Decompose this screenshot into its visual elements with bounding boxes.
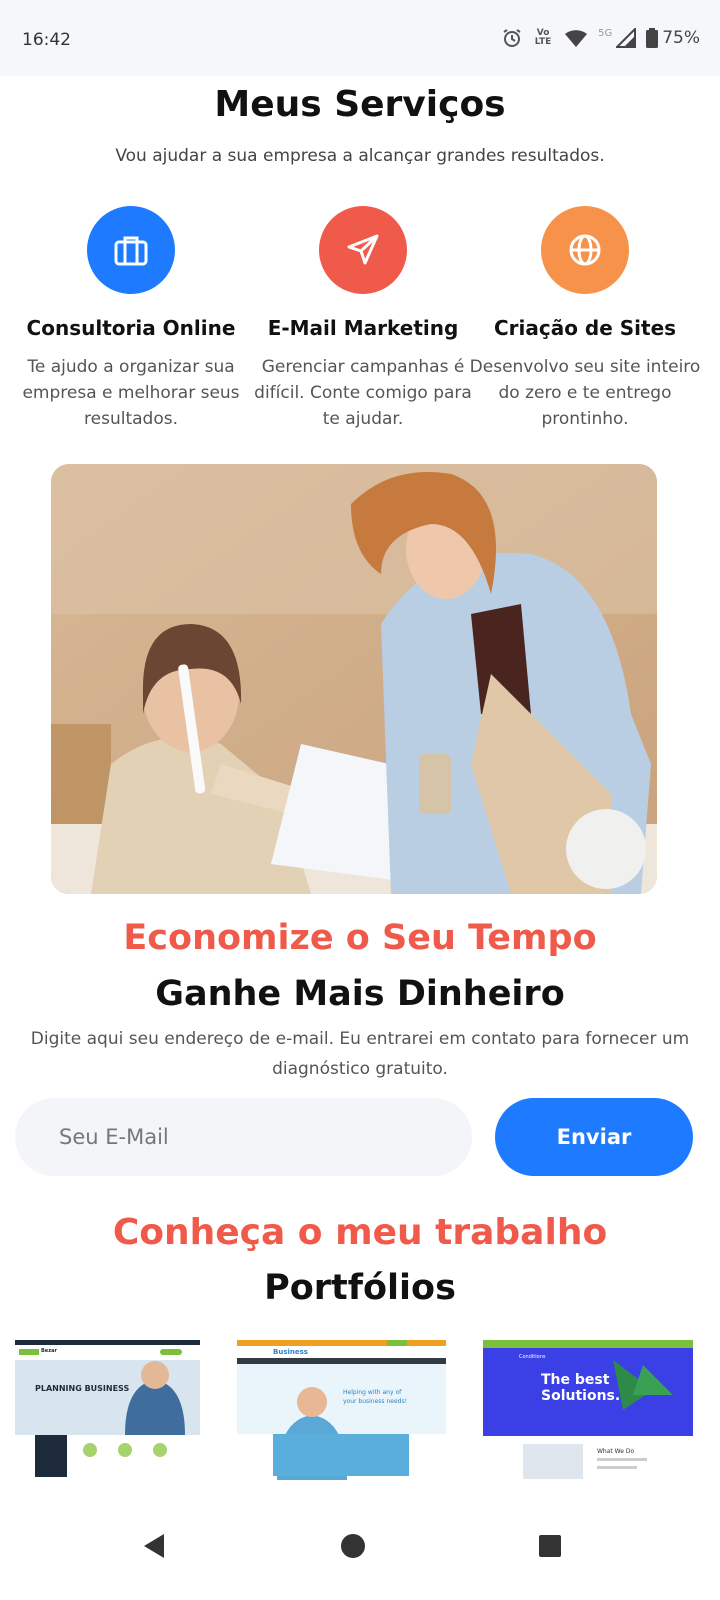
portfolio-heading: Helping with any of your business needs!: [343, 1389, 407, 1405]
recents-icon[interactable]: [520, 1516, 580, 1576]
service-description: Te ajudo a organizar sua empresa e melho…: [22, 357, 240, 429]
portfolio-heading: PLANNING BUSINESS: [35, 1384, 130, 1393]
portfolio-title: Portfólios: [264, 1268, 456, 1308]
alarm-icon: [502, 28, 522, 48]
newsletter-title: Ganhe Mais Dinheiro: [155, 974, 565, 1014]
battery-level: 75%: [662, 28, 700, 48]
back-icon[interactable]: [124, 1516, 184, 1576]
wifi-icon: [564, 28, 588, 48]
portfolio-brand: Conditions: [519, 1354, 546, 1360]
hero-photo: [51, 464, 657, 894]
services-title: Meus Serviços: [214, 84, 506, 125]
send-button[interactable]: Enviar: [495, 1098, 693, 1176]
status-icons: Vo LTE 5G 75%: [502, 28, 700, 48]
services-subtitle: Vou ajudar a sua empresa a alcançar gran…: [115, 146, 605, 166]
network-label: 5G: [598, 27, 613, 39]
signal-icon: [616, 28, 637, 48]
status-time: 16:42: [22, 30, 71, 50]
navigation-bar: [0, 1496, 720, 1600]
newsletter-accent-title: Economize o Seu Tempo: [123, 918, 597, 958]
service-description: Desenvolvo seu site inteiro do zero e te…: [469, 357, 701, 429]
briefcase-icon: [87, 206, 175, 294]
home-icon[interactable]: [323, 1516, 383, 1576]
portfolio-brand: Bezar: [41, 1348, 57, 1354]
service-card-email-marketing[interactable]: E-Mail Marketing Gerenciar campanhas é d…: [243, 206, 483, 432]
service-name: Consultoria Online: [26, 316, 236, 340]
portfolio-item-business[interactable]: Business Helping with any of your busine…: [237, 1340, 446, 1482]
service-name: E-Mail Marketing: [267, 316, 459, 340]
send-icon: [319, 206, 407, 294]
portfolio-item-best-solutions[interactable]: Conditions The best Solutions. What We D…: [483, 1340, 693, 1482]
status-bar: 16:42 Vo LTE 5G 75%: [0, 0, 720, 76]
service-name: Criação de Sites: [493, 316, 677, 340]
portfolio-accent-title: Conheça o meu trabalho: [112, 1212, 608, 1253]
service-card-consultoria[interactable]: Consultoria Online Te ajudo a organizar …: [11, 206, 251, 432]
battery-icon: [646, 28, 659, 48]
service-description: Gerenciar campanhas é difícil. Conte com…: [254, 357, 472, 429]
portfolio-subheading: What We Do: [597, 1448, 635, 1455]
globe-icon: [541, 206, 629, 294]
service-card-criacao-sites[interactable]: Criação de Sites Desenvolvo seu site int…: [465, 206, 705, 432]
portfolio-brand: Business: [273, 1348, 308, 1356]
newsletter-description: Digite aqui seu endereço de e-mail. Eu e…: [30, 1029, 690, 1079]
volte-icon: Vo LTE: [534, 28, 552, 47]
portfolio-item-planning-business[interactable]: PLANNING BUSINESS Bezar: [15, 1340, 200, 1482]
email-input[interactable]: [15, 1098, 472, 1176]
portfolio-heading: The best Solutions.: [541, 1372, 621, 1404]
